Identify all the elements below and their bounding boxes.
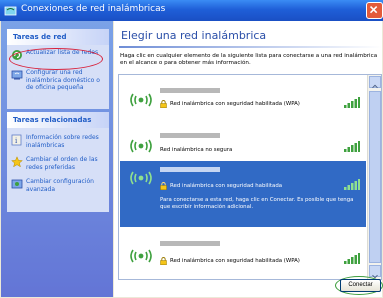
main-content: Elegir una red inalámbrica Haga clic en … — [114, 21, 382, 297]
wireless-signal-icon — [130, 171, 152, 185]
page-title: Elegir una red inalámbrica — [121, 29, 267, 42]
connect-button[interactable]: Conectar — [340, 279, 381, 292]
lock-icon — [160, 257, 167, 265]
signal-strength-icon — [344, 97, 360, 108]
heading-divider — [119, 46, 382, 48]
wireless-signal-icon — [130, 139, 152, 153]
network-name-redacted — [160, 133, 220, 138]
setup-network-icon — [11, 70, 23, 80]
signal-strength-icon — [344, 179, 360, 190]
info-icon: i — [11, 134, 22, 146]
refresh-annotation-circle — [9, 48, 103, 70]
network-item-1[interactable]: Red inalámbrica con seguridad habilitada… — [120, 79, 366, 123]
change-network-order-label: Cambiar el orden de las redes preferidas — [26, 156, 98, 171]
scroll-thumb[interactable] — [369, 91, 381, 263]
related-tasks-title: Tareas relacionadas — [7, 112, 109, 128]
signal-strength-icon — [344, 141, 360, 152]
network-name-redacted — [160, 167, 220, 172]
network-list[interactable]: Red inalámbrica con seguridad habilitada… — [118, 74, 382, 280]
wireless-info-label: Información sobre redes inalámbricas — [26, 134, 99, 149]
advanced-settings-link[interactable]: Cambiar configuración avanzada — [11, 178, 107, 194]
wireless-signal-icon — [130, 249, 152, 263]
network-status: Red inalámbrica con seguridad habilitada… — [170, 258, 300, 264]
setup-wireless-network-link[interactable]: Configurar una red inalámbrica doméstico… — [11, 69, 107, 99]
network-icon — [4, 6, 17, 16]
network-list-scrollbar[interactable] — [367, 75, 381, 279]
signal-strength-icon — [344, 253, 360, 264]
setup-wireless-network-label: Configurar una red inalámbrica doméstico… — [26, 69, 100, 91]
network-item-2[interactable]: Red inalámbrica no segura — [120, 127, 366, 161]
scroll-up-button[interactable] — [369, 76, 381, 89]
window-title: Conexiones de red inalámbricas — [21, 4, 166, 14]
wireless-connections-window: Conexiones de red inalámbricas Tareas de… — [0, 0, 383, 298]
network-name-redacted — [160, 241, 220, 246]
star-icon — [11, 156, 23, 168]
close-icon — [369, 5, 378, 14]
settings-icon — [11, 179, 23, 189]
network-description: Para conectarse a esta red, haga clic en… — [160, 197, 354, 210]
wireless-info-link[interactable]: i Información sobre redes inalámbricas — [11, 134, 107, 150]
network-status: Red inalámbrica con seguridad habilitada — [170, 183, 283, 189]
network-tasks-title: Tareas de red — [7, 29, 109, 45]
lock-icon — [160, 182, 167, 190]
lock-icon — [160, 100, 167, 108]
network-item-3-selected[interactable]: Red inalámbrica con seguridad habilitada… — [120, 161, 366, 227]
scroll-down-button[interactable] — [369, 265, 381, 279]
instructions-text: Haga clic en cualquier elemento de la si… — [120, 53, 378, 66]
wireless-signal-icon — [130, 93, 152, 107]
network-status: Red inalámbrica no segura — [160, 147, 233, 153]
advanced-settings-label: Cambiar configuración avanzada — [26, 178, 94, 193]
close-button[interactable] — [366, 2, 383, 19]
change-network-order-link[interactable]: Cambiar el orden de las redes preferidas — [11, 156, 107, 172]
network-name-redacted — [160, 88, 220, 93]
title-bar[interactable]: Conexiones de red inalámbricas — [0, 0, 383, 21]
network-item-4[interactable]: Red inalámbrica con seguridad habilitada… — [120, 233, 366, 277]
network-status: Red inalámbrica con seguridad habilitada… — [170, 101, 300, 107]
related-tasks-panel: Tareas relacionadas i Información sobre … — [7, 112, 109, 212]
